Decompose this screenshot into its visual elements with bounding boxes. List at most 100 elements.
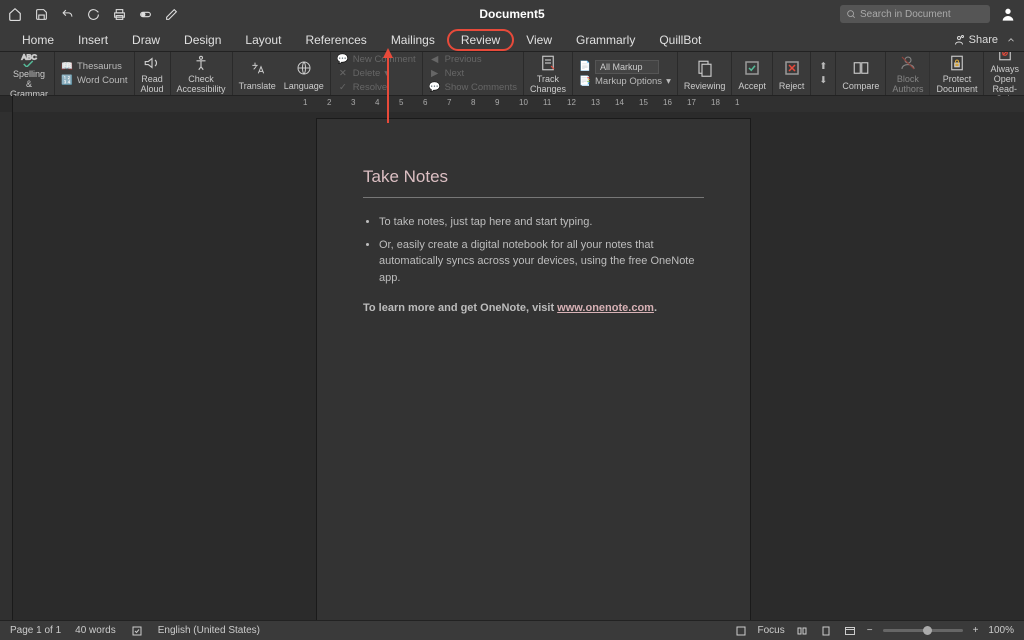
tab-mailings[interactable]: Mailings (379, 29, 447, 51)
search-input[interactable]: Search in Document (840, 5, 990, 23)
heading[interactable]: Take Notes (363, 167, 704, 187)
options-icon: 📑 (579, 76, 591, 88)
home-icon[interactable] (8, 7, 22, 21)
tab-design[interactable]: Design (172, 29, 233, 51)
accept-icon (742, 57, 762, 79)
delete-comment-button[interactable]: ✕Delete ▾ (337, 68, 416, 80)
page-indicator[interactable]: Page 1 of 1 (10, 625, 61, 636)
language-indicator[interactable]: English (United States) (158, 625, 260, 636)
document-area: Take Notes To take notes, just tap here … (0, 112, 1024, 624)
resolve-button[interactable]: ✓Resolve (337, 82, 416, 94)
horizontal-ruler[interactable]: 1234567891011121314151617181 (0, 96, 1024, 112)
count-icon: 🔢 (61, 75, 73, 87)
zoom-out-button[interactable]: − (867, 625, 873, 636)
next-icon: ▶ (429, 68, 441, 80)
prev-icon: ◀ (429, 54, 441, 66)
tab-layout[interactable]: Layout (233, 29, 293, 51)
web-layout-icon[interactable] (843, 624, 857, 638)
track-changes-button[interactable]: Track Changes (524, 52, 573, 95)
compare-icon (851, 57, 871, 79)
accessibility-icon (191, 54, 211, 72)
word-count-indicator[interactable]: 40 words (75, 625, 116, 636)
tab-view[interactable]: View (514, 29, 564, 51)
comments-icon: 💬 (429, 82, 441, 94)
reject-icon (782, 57, 802, 79)
word-count-button[interactable]: 🔢Word Count (61, 75, 128, 87)
down-icon: ⬇ (817, 75, 829, 87)
up-icon: ⬆ (817, 61, 829, 73)
heading-rule (363, 197, 704, 198)
print-icon[interactable] (112, 7, 126, 21)
print-layout-icon[interactable] (819, 624, 833, 638)
tab-grammarly[interactable]: Grammarly (564, 29, 647, 51)
share-button[interactable]: Share (953, 34, 998, 46)
ribbon: ABC Spelling & Grammar 📖Thesaurus 🔢Word … (0, 52, 1024, 96)
document-canvas[interactable]: Take Notes To take notes, just tap here … (13, 112, 1024, 624)
read-aloud-button[interactable]: Read Aloud (135, 52, 171, 95)
search-placeholder: Search in Document (860, 9, 951, 20)
bullet-list[interactable]: To take notes, just tap here and start t… (363, 214, 704, 286)
protect-document-button[interactable]: Protect Document (930, 52, 984, 95)
list-item[interactable]: To take notes, just tap here and start t… (379, 214, 704, 231)
thesaurus-button[interactable]: 📖Thesaurus (61, 61, 128, 73)
lock-icon (947, 54, 967, 72)
onenote-link[interactable]: www.onenote.com (557, 302, 654, 314)
read-mode-icon[interactable] (795, 624, 809, 638)
zoom-slider[interactable] (883, 629, 963, 632)
markup-group: 📄 📑Markup Options ▾ (573, 52, 678, 95)
reviewing-icon (695, 57, 715, 79)
translate-button[interactable]: Translate (239, 54, 276, 93)
document-title: Document5 (479, 7, 544, 21)
learn-more-text[interactable]: To learn more and get OneNote, visit www… (363, 302, 704, 314)
markup-value[interactable] (595, 60, 659, 74)
comment-icon: 💬 (337, 54, 349, 66)
user-icon[interactable] (1000, 6, 1016, 22)
doc-icon: 📄 (579, 61, 591, 73)
zoom-level[interactable]: 100% (988, 625, 1014, 636)
focus-icon[interactable] (734, 624, 748, 638)
tab-draw[interactable]: Draw (120, 29, 172, 51)
tab-insert[interactable]: Insert (66, 29, 120, 51)
tab-references[interactable]: References (293, 29, 378, 51)
next-change-button[interactable]: ⬇ (817, 75, 829, 87)
always-readonly-button[interactable]: Always Open Read-Only (984, 52, 1024, 95)
focus-label[interactable]: Focus (758, 625, 785, 636)
language-button[interactable]: Language (284, 54, 324, 93)
markup-display-select[interactable]: 📄 (579, 60, 671, 74)
zoom-in-button[interactable]: + (973, 625, 979, 636)
delete-icon: ✕ (337, 68, 349, 80)
reviewing-button[interactable]: Reviewing (678, 52, 733, 95)
ribbon-tabs: Home Insert Draw Design Layout Reference… (0, 28, 1024, 52)
spelling-button[interactable]: ABC Spelling & Grammar (4, 52, 55, 95)
compare-button[interactable]: Compare (836, 52, 886, 95)
vertical-ruler[interactable] (0, 112, 13, 624)
list-item[interactable]: Or, easily create a digital notebook for… (379, 237, 704, 287)
quick-access-toolbar (8, 7, 178, 21)
zoom-thumb[interactable] (923, 626, 932, 635)
block-authors-button[interactable]: Block Authors (886, 52, 930, 95)
check-accessibility-button[interactable]: Check Accessibility (171, 52, 233, 95)
show-comments-button[interactable]: 💬Show Comments (429, 82, 517, 94)
next-comment-button[interactable]: ▶Next (429, 68, 517, 80)
accept-button[interactable]: Accept (732, 52, 773, 95)
reject-button[interactable]: Reject (773, 52, 812, 95)
redo-icon[interactable] (86, 7, 100, 21)
previous-comment-button[interactable]: ◀Previous (429, 54, 517, 66)
toggle-icon[interactable] (138, 7, 152, 21)
share-label: Share (969, 34, 998, 46)
prev-change-button[interactable]: ⬆ (817, 61, 829, 73)
tab-quillbot[interactable]: QuillBot (647, 29, 713, 51)
undo-icon[interactable] (60, 7, 74, 21)
collapse-ribbon-icon[interactable] (1006, 35, 1016, 45)
edit-icon[interactable] (164, 7, 178, 21)
markup-options-button[interactable]: 📑Markup Options ▾ (579, 76, 671, 88)
document-page[interactable]: Take Notes To take notes, just tap here … (316, 118, 751, 624)
tab-review[interactable]: Review (447, 29, 514, 51)
comments-group-a: 💬New Comment ✕Delete ▾ ✓Resolve (331, 52, 423, 95)
language-group: Translate Language (233, 52, 331, 95)
save-icon[interactable] (34, 7, 48, 21)
tab-home[interactable]: Home (10, 29, 66, 51)
spellcheck-status-icon[interactable] (130, 624, 144, 638)
proofing-group: 📖Thesaurus 🔢Word Count (55, 52, 135, 95)
new-comment-button[interactable]: 💬New Comment (337, 54, 416, 66)
